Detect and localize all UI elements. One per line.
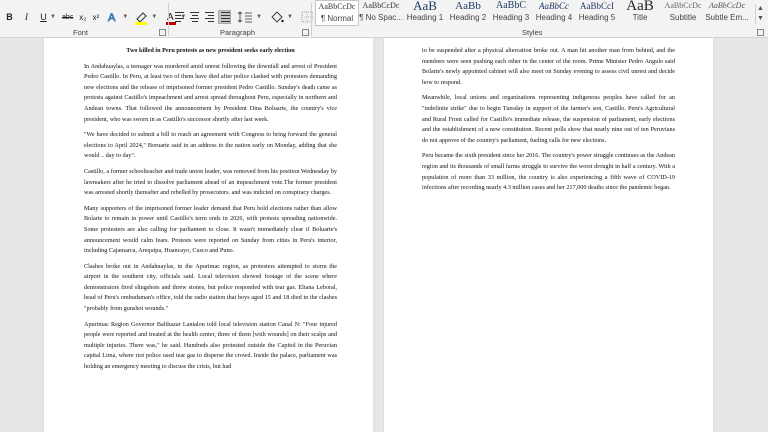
text-effects-icon: A [108, 12, 117, 24]
style-name: Heading 4 [535, 13, 573, 22]
paragraph: In Andahuaylas, a teenager was murdered … [84, 62, 337, 123]
style-no-spacing[interactable]: AaBbCcDc ¶ No Spac... [359, 0, 403, 26]
justify-button[interactable] [218, 10, 231, 24]
text-effects-button[interactable]: A [105, 8, 121, 26]
paragraph: to be suspended after a physical alterca… [422, 47, 675, 86]
page-left-text[interactable]: Two killed in Peru protests as new presi… [84, 46, 337, 378]
paragraph: "We have decided to submit a bill to rea… [84, 131, 337, 160]
style-name: Heading 5 [578, 13, 616, 22]
style-sample: AaBbCcDc [318, 2, 356, 11]
shading-button[interactable] [268, 8, 286, 26]
page-left[interactable]: Two killed in Peru protests as new presi… [44, 38, 373, 432]
style-name: Heading 3 [492, 13, 530, 22]
paragraph: Meanwhile, local unions and organization… [422, 94, 675, 144]
style-heading-1[interactable]: AaB Heading 1 [403, 0, 447, 26]
font-group-label: Font [73, 28, 89, 37]
highlight-button[interactable] [132, 8, 150, 26]
styles-gallery: AaBbCcDc ¶ Normal AaBbCcDc ¶ No Spac... … [315, 0, 768, 26]
line-spacing-icon [237, 11, 252, 23]
style-sample: AaBbCc [539, 1, 569, 11]
styles-scroll[interactable]: ▲ ▼ [755, 4, 765, 24]
document-area[interactable]: Two killed in Peru protests as new presi… [0, 38, 768, 432]
style-sample: AaB [413, 0, 437, 12]
underline-button[interactable]: U [38, 8, 49, 26]
style-subtitle[interactable]: AaBbCcDc Subtitle [661, 0, 705, 26]
style-heading-3[interactable]: AaBbC Heading 3 [489, 0, 533, 26]
paragraph-dialog-launcher[interactable] [302, 29, 309, 36]
group-divider [168, 3, 169, 36]
style-sample: AaBbCcDc [362, 1, 400, 10]
shading-dropdown-icon[interactable]: ▼ [287, 14, 293, 20]
paragraph: Castillo, a former schoolteacher and tra… [84, 167, 337, 197]
text-effects-dropdown-icon[interactable]: ▼ [122, 14, 128, 20]
chevron-down-icon[interactable]: ▼ [756, 14, 765, 24]
style-name: Heading 1 [406, 13, 444, 22]
page-right-text[interactable]: to be suspended after a physical alterca… [422, 46, 675, 199]
style-name: Subtle Em... [705, 13, 749, 22]
page-right[interactable]: to be suspended after a physical alterca… [384, 38, 713, 432]
paragraph-format-row: ▼ ▼ ▼ [173, 8, 322, 26]
font-dialog-launcher[interactable] [159, 29, 166, 36]
style-name: Title [632, 13, 648, 22]
paragraph: Clashes broke out in Andahuaylas, in the… [84, 262, 337, 313]
style-name: Subtitle [669, 13, 697, 22]
paragraph: Many supporters of the imprisoned former… [84, 204, 337, 255]
style-title[interactable]: AaB Title [618, 0, 662, 26]
bold-button[interactable]: B [4, 8, 15, 26]
paragraph: Peru became the sixth president since he… [422, 152, 675, 192]
style-sample: AaBbCcDc [709, 1, 745, 10]
style-sample: AaBbC [496, 0, 526, 11]
group-divider [311, 3, 312, 36]
style-name: Heading 2 [449, 13, 487, 22]
style-sample: AaBbCcDc [664, 1, 702, 10]
paragraph: Apurimac Region Governor Balthazar Lanta… [84, 320, 337, 371]
style-sample: AaBbCcI [580, 1, 614, 11]
style-normal[interactable]: AaBbCcDc ¶ Normal [315, 0, 359, 26]
style-heading-4[interactable]: AaBbCc Heading 4 [532, 0, 576, 26]
align-right-button[interactable] [203, 10, 216, 24]
svg-text:A: A [108, 12, 116, 24]
paragraph-group-label: Paragraph [220, 28, 256, 37]
style-name: ¶ No Spac... [359, 13, 403, 22]
style-sample: AaBb [455, 0, 481, 12]
borders-button[interactable] [299, 8, 315, 26]
chevron-up-icon[interactable]: ▲ [756, 4, 765, 14]
style-name: ¶ Normal [320, 14, 354, 23]
font-format-row: B I U ▼ abc x₂ x² A ▼ ▼ A ▼ [4, 8, 186, 26]
line-spacing-dropdown-icon[interactable]: ▼ [256, 14, 262, 20]
superscript-button[interactable]: x² [90, 8, 101, 26]
strikethrough-button[interactable]: abc [60, 8, 75, 26]
style-sample: AaB [626, 0, 654, 12]
underline-dropdown-icon[interactable]: ▼ [50, 14, 56, 20]
paint-bucket-icon [271, 11, 284, 23]
style-heading-5[interactable]: AaBbCcI Heading 5 [575, 0, 619, 26]
ribbon: B I U ▼ abc x₂ x² A ▼ ▼ A ▼ Font ▼ ▼ Par… [0, 0, 768, 38]
subscript-button[interactable]: x₂ [77, 8, 88, 26]
align-center-button[interactable] [188, 10, 201, 24]
align-left-button[interactable] [173, 10, 186, 24]
style-subtle-emphasis[interactable]: AaBbCcDc Subtle Em... [704, 0, 750, 26]
italic-button[interactable]: I [21, 8, 32, 26]
styles-group-label: Styles [522, 28, 543, 37]
highlighter-icon [135, 11, 148, 25]
style-heading-2[interactable]: AaBb Heading 2 [446, 0, 490, 26]
styles-dialog-launcher[interactable] [757, 29, 764, 36]
highlight-dropdown-icon[interactable]: ▼ [151, 14, 157, 20]
line-spacing-button[interactable] [235, 8, 255, 26]
document-title: Two killed in Peru protests as new presi… [126, 47, 295, 54]
